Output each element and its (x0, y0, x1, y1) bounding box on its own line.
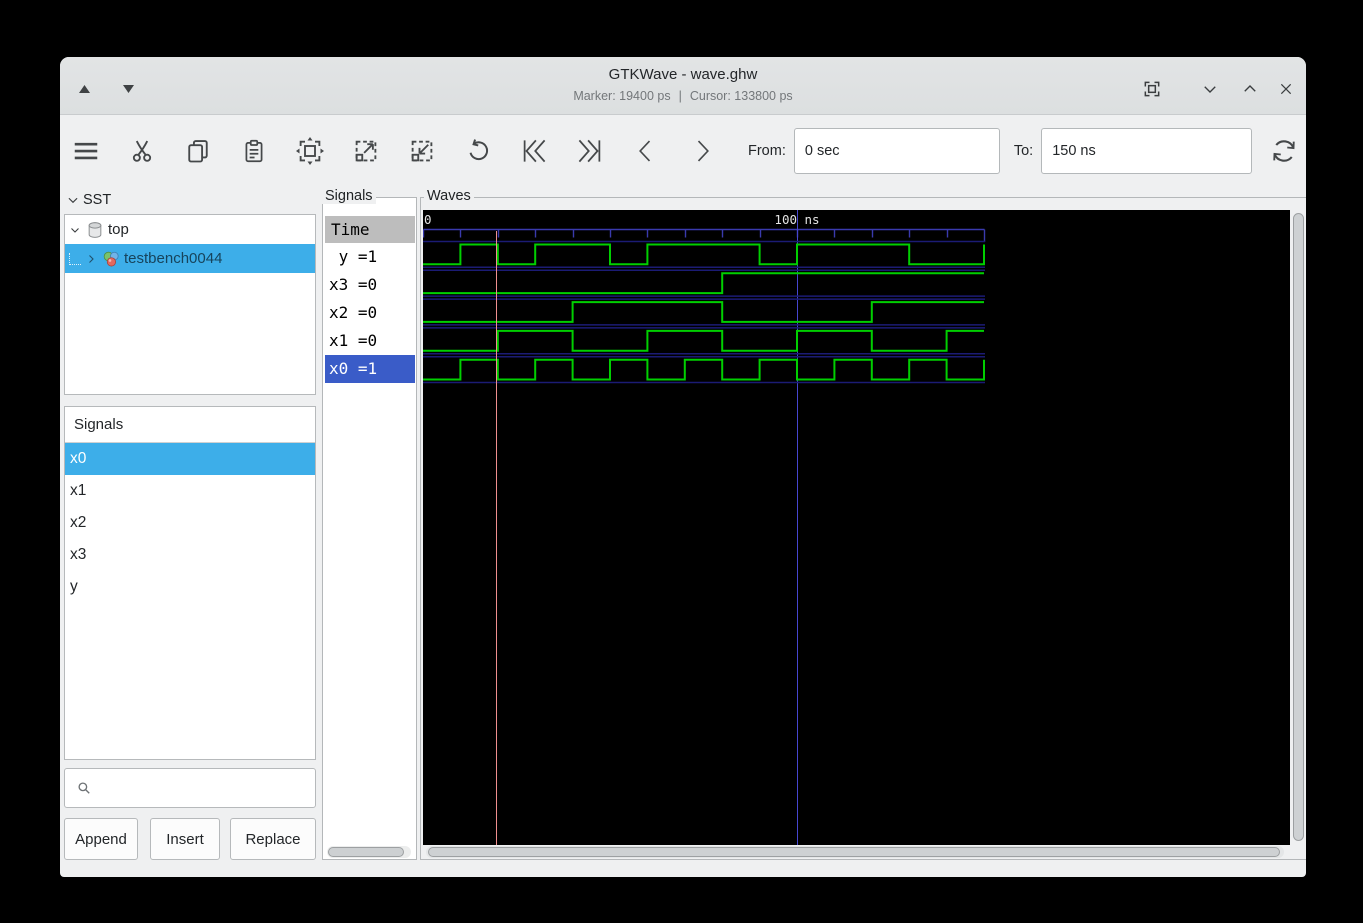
sst-expander[interactable]: SST (66, 188, 111, 212)
step-back-button[interactable] (630, 135, 662, 167)
chevron-up-icon (1244, 85, 1256, 92)
wave-x2 (423, 301, 984, 323)
chevron-down-icon[interactable] (67, 222, 83, 238)
search-box (64, 768, 316, 808)
skip-to-end-icon (578, 139, 601, 162)
wave-x0 (423, 358, 985, 381)
tree-node-top[interactable]: top (65, 215, 315, 244)
wave-y (423, 243, 985, 266)
chevron-down-icon (1204, 86, 1216, 93)
search-input[interactable] (100, 769, 315, 807)
zoom-in-button[interactable] (350, 135, 382, 167)
skip-to-start-button[interactable] (518, 135, 550, 167)
clipboard-paste-icon (245, 139, 263, 162)
from-label: From: (748, 142, 786, 159)
sst-tree: top testbench0044 (64, 214, 316, 395)
signal-list-header: Signals (65, 407, 315, 443)
to-label: To: (1013, 142, 1034, 159)
waves-frame-label: Waves (424, 188, 474, 204)
zoom-in-icon (355, 140, 377, 161)
gtkwave-window: GTKWave - wave.ghw Marker: 19400 ps | Curs… (60, 57, 1306, 877)
copy-icon (188, 139, 208, 162)
zoom-out-icon (411, 140, 433, 161)
list-item-y[interactable]: y (65, 571, 315, 603)
database-cylinder-icon (88, 221, 102, 238)
list-item-x3[interactable]: x3 (65, 539, 315, 571)
window-title: GTKWave - wave.ghw (608, 66, 758, 83)
zoom-fit-button[interactable] (294, 135, 326, 167)
replace-button[interactable]: Replace (230, 818, 316, 860)
names-horizontal-scrollbar[interactable] (327, 846, 411, 858)
list-item-x1[interactable]: x1 (65, 475, 315, 507)
chevron-left-icon (639, 140, 651, 161)
append-button[interactable]: Append (64, 818, 138, 860)
search-icon (78, 782, 90, 794)
wave-x3 (423, 272, 984, 295)
signals-frame-label: Signals (322, 188, 376, 204)
cursor-readout: Cursor: 133800 ps (689, 89, 793, 103)
waves-vertical-scrollbar[interactable] (1292, 211, 1305, 844)
skip-to-end-button[interactable] (574, 135, 606, 167)
time-column-header: Time (325, 216, 415, 243)
wave-x1 (423, 329, 984, 352)
paste-button[interactable] (238, 135, 270, 167)
waveform-plot: 0 100 ns (423, 210, 986, 845)
signal-name-row-x1[interactable]: x1 =0 (325, 327, 415, 355)
tree-node-label: testbench0044 (124, 250, 223, 267)
undo-icon (469, 138, 489, 160)
list-item-x0[interactable]: x0 (65, 443, 315, 475)
signal-name-row-x2[interactable]: x2 =0 (325, 299, 415, 327)
signal-name-row-x0[interactable]: x0 =1 (325, 355, 415, 383)
sst-label: SST (83, 192, 112, 208)
signal-name-row-x3[interactable]: x3 =0 (325, 271, 415, 299)
signal-name-row-y[interactable]: y =1 (325, 243, 415, 271)
toolbar: From: To: (60, 116, 1306, 185)
menu-button[interactable] (70, 135, 102, 167)
waves-horizontal-scrollbar[interactable] (426, 846, 1284, 858)
menu-icon (74, 142, 98, 159)
chevron-right-icon[interactable] (83, 251, 99, 267)
list-item-x2[interactable]: x2 (65, 507, 315, 539)
chevron-right-icon (697, 140, 709, 161)
reload-button[interactable] (1268, 135, 1300, 167)
undo-button[interactable] (462, 135, 494, 167)
expander-chevron-down-icon (68, 197, 78, 204)
timeline-tick-label: 0 (424, 212, 432, 227)
cut-button[interactable] (126, 135, 158, 167)
zoom-out-button[interactable] (406, 135, 438, 167)
reload-icon (1273, 139, 1295, 162)
titlebar[interactable]: GTKWave - wave.ghw Marker: 19400 ps | Curs… (60, 57, 1306, 115)
zoom-fit-icon (296, 136, 324, 165)
marker-readout: Marker: 19400 ps (573, 89, 671, 103)
scrollbar-handle[interactable] (328, 847, 404, 857)
step-forward-button[interactable] (686, 135, 718, 167)
window-subtitle: Marker: 19400 ps | Cursor: 133800 ps (60, 89, 1306, 103)
tree-branch-line (69, 252, 81, 265)
minimize-button[interactable] (1198, 77, 1222, 101)
maximize-button[interactable] (1238, 77, 1262, 101)
tree-node-label: top (108, 221, 129, 238)
wave-canvas[interactable]: 0 100 ns (423, 210, 1290, 845)
insert-button[interactable]: Insert (150, 818, 220, 860)
signal-list: Signals x0 x1 x2 x3 y (64, 406, 316, 760)
from-input[interactable] (793, 127, 1000, 174)
skip-to-start-icon (523, 139, 546, 162)
module-spheres-icon (103, 251, 119, 266)
to-input[interactable] (1041, 127, 1253, 174)
scrollbar-handle[interactable] (428, 847, 1280, 857)
close-button[interactable] (1274, 77, 1298, 101)
fullscreen-button[interactable] (1140, 77, 1164, 101)
fullscreen-icon (1144, 81, 1160, 97)
close-icon (1280, 83, 1292, 95)
tree-node-testbench[interactable]: testbench0044 (65, 244, 315, 273)
scissors-icon (132, 140, 152, 162)
subtitle-separator: | (678, 89, 682, 103)
scrollbar-handle[interactable] (1293, 213, 1304, 841)
copy-button[interactable] (182, 135, 214, 167)
